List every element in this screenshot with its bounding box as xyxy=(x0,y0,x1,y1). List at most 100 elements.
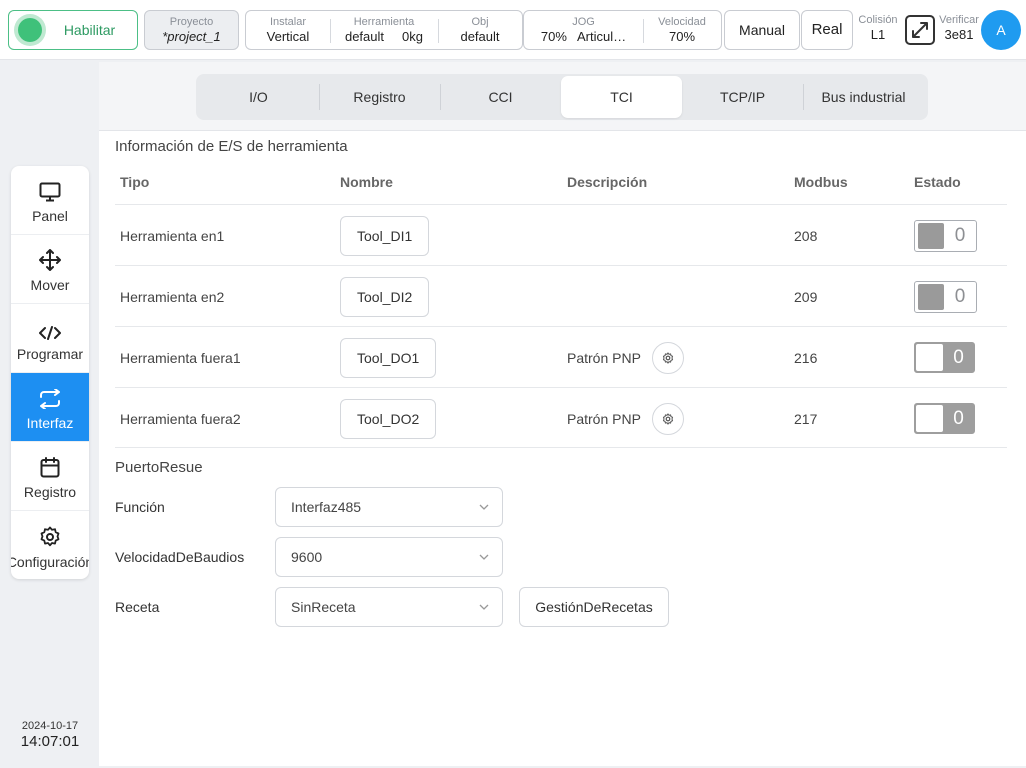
io-description: Patrón PNP xyxy=(567,410,641,427)
output-mode-settings-button[interactable] xyxy=(651,341,684,374)
gear-icon xyxy=(662,351,674,364)
collision-label: Colisión xyxy=(858,14,898,26)
state-value: 0 xyxy=(954,285,966,307)
tab-group: I/O Registro CCI TCI TCP/IP Bus industri… xyxy=(196,74,928,120)
sidebar-item-program[interactable]: Programar xyxy=(11,304,89,373)
collision-level[interactable]: Colisión L1 xyxy=(855,14,901,44)
tool-label: Herramienta xyxy=(353,16,415,28)
recipe-label: Receta xyxy=(115,599,160,615)
io-type: Herramienta fuera2 xyxy=(120,410,241,427)
tab-cci[interactable]: CCI xyxy=(440,76,561,118)
table-row: Herramienta en2 Tool_DI2 209 0 xyxy=(115,265,1007,326)
sidebar-item-move[interactable]: Mover xyxy=(11,235,89,304)
io-modbus: 208 xyxy=(794,227,818,244)
output-state-toggle[interactable]: 0 xyxy=(914,342,975,373)
tab-io[interactable]: I/O xyxy=(198,76,319,118)
sidebar-item-label: Configuración xyxy=(11,553,89,570)
real-mode-button[interactable]: Real xyxy=(801,10,853,50)
expand-arrows-icon[interactable] xyxy=(904,14,936,46)
output-state-toggle[interactable]: 0 xyxy=(914,403,975,434)
code-icon xyxy=(39,314,61,340)
gear-icon xyxy=(39,522,61,548)
top-bar: Habilitar Proyecto *project_1 Instalar V… xyxy=(0,0,1026,60)
sidebar-item-label: Programar xyxy=(16,346,84,362)
recipe-management-button[interactable]: GestiónDeRecetas xyxy=(519,587,669,627)
io-modbus: 217 xyxy=(794,410,818,427)
project-label: Proyecto xyxy=(169,16,214,28)
verify-label: Verificar xyxy=(939,14,979,26)
monitor-icon xyxy=(39,176,61,202)
enable-button[interactable]: Habilitar xyxy=(8,10,138,50)
object-cell[interactable]: Obj default xyxy=(438,11,522,49)
tab-tci[interactable]: TCI xyxy=(561,76,682,118)
sidebar-item-interface[interactable]: Interfaz xyxy=(11,373,89,442)
calendar-icon xyxy=(40,452,60,478)
io-type: Herramienta fuera1 xyxy=(120,349,241,366)
chevron-down-icon xyxy=(479,554,489,560)
sidebar-item-panel[interactable]: Panel xyxy=(11,166,89,235)
verify-value: 3e81 xyxy=(944,27,974,42)
enable-label: Habilitar xyxy=(63,22,116,38)
verify-checksum[interactable]: Verificar 3e81 xyxy=(937,14,981,44)
jog-cell[interactable]: JOG 70% Articul… xyxy=(524,11,643,49)
state-knob xyxy=(916,344,943,371)
jog-speed-panel[interactable]: JOG 70% Articul… Velocidad 70% xyxy=(523,10,722,50)
io-description: Patrón PNP xyxy=(567,349,641,366)
move-arrows-icon xyxy=(39,245,61,271)
install-label: Instalar xyxy=(269,16,307,28)
state-value: 0 xyxy=(953,407,964,429)
current-date: 2024-10-17 xyxy=(21,720,79,732)
column-header-description: Descripción xyxy=(567,174,648,190)
column-header-state: Estado xyxy=(914,174,961,190)
project-selector[interactable]: Proyecto *project_1 xyxy=(144,10,239,50)
tool-value: default 0kg xyxy=(344,29,424,44)
speed-value: 70% xyxy=(668,29,696,44)
io-type: Herramienta en2 xyxy=(120,288,225,305)
swap-arrows-icon xyxy=(39,383,61,409)
main-panel: I/O Registro CCI TCI TCP/IP Bus industri… xyxy=(99,62,1026,766)
sidebar-item-log[interactable]: Registro xyxy=(11,442,89,511)
chevron-down-icon xyxy=(479,504,489,510)
io-name-field[interactable]: Tool_DI2 xyxy=(340,276,430,317)
speed-cell[interactable]: Velocidad 70% xyxy=(643,11,721,49)
install-value: Vertical xyxy=(266,29,310,44)
tool-cell[interactable]: Herramienta default 0kg xyxy=(330,11,438,49)
state-knob xyxy=(918,222,944,249)
install-tool-panel[interactable]: Instalar Vertical Herramienta default 0k… xyxy=(245,10,523,50)
sidebar-item-settings[interactable]: Configuración xyxy=(11,511,89,579)
io-name-field[interactable]: Tool_DI1 xyxy=(340,215,430,256)
column-header-type: Tipo xyxy=(120,174,150,190)
recipe-select[interactable]: SinReceta xyxy=(275,587,503,627)
install-cell[interactable]: Instalar Vertical xyxy=(246,11,330,49)
tab-tcp-ip[interactable]: TCP/IP xyxy=(682,76,803,118)
output-mode-settings-button[interactable] xyxy=(651,402,684,435)
object-label: Obj xyxy=(471,16,489,28)
project-value: *project_1 xyxy=(162,29,221,44)
jog-value: 70% Articul… xyxy=(540,29,627,44)
io-name-field[interactable]: Tool_DO1 xyxy=(340,337,437,378)
column-header-modbus: Modbus xyxy=(794,174,848,190)
sidebar-item-label: Interfaz xyxy=(26,415,74,431)
sidebar-nav: Panel Mover Programar Interfaz Registro … xyxy=(11,166,89,579)
input-state-indicator: 0 xyxy=(914,280,977,313)
state-knob xyxy=(916,405,943,432)
tool-io-section-title: Información de E/S de herramienta xyxy=(115,138,348,155)
manual-mode-button[interactable]: Manual xyxy=(724,10,800,50)
chevron-down-icon xyxy=(479,604,489,610)
sidebar-item-label: Panel xyxy=(32,208,68,224)
user-avatar[interactable]: A xyxy=(981,10,1021,50)
function-select[interactable]: Interfaz485 xyxy=(275,487,503,527)
tab-registro[interactable]: Registro xyxy=(319,76,440,118)
gear-icon xyxy=(662,412,674,425)
io-modbus: 216 xyxy=(794,349,818,366)
function-label: Función xyxy=(115,499,165,515)
io-name-field[interactable]: Tool_DO2 xyxy=(340,398,437,439)
state-value: 0 xyxy=(953,346,964,368)
baud-rate-select[interactable]: 9600 xyxy=(275,537,503,577)
tab-bus-industrial[interactable]: Bus industrial xyxy=(803,76,924,118)
baud-rate-value: 9600 xyxy=(291,549,323,565)
state-value: 0 xyxy=(954,224,966,246)
speed-label: Velocidad xyxy=(658,16,706,28)
recipe-value: SinReceta xyxy=(291,599,356,615)
current-time: 14:07:01 xyxy=(20,733,80,750)
